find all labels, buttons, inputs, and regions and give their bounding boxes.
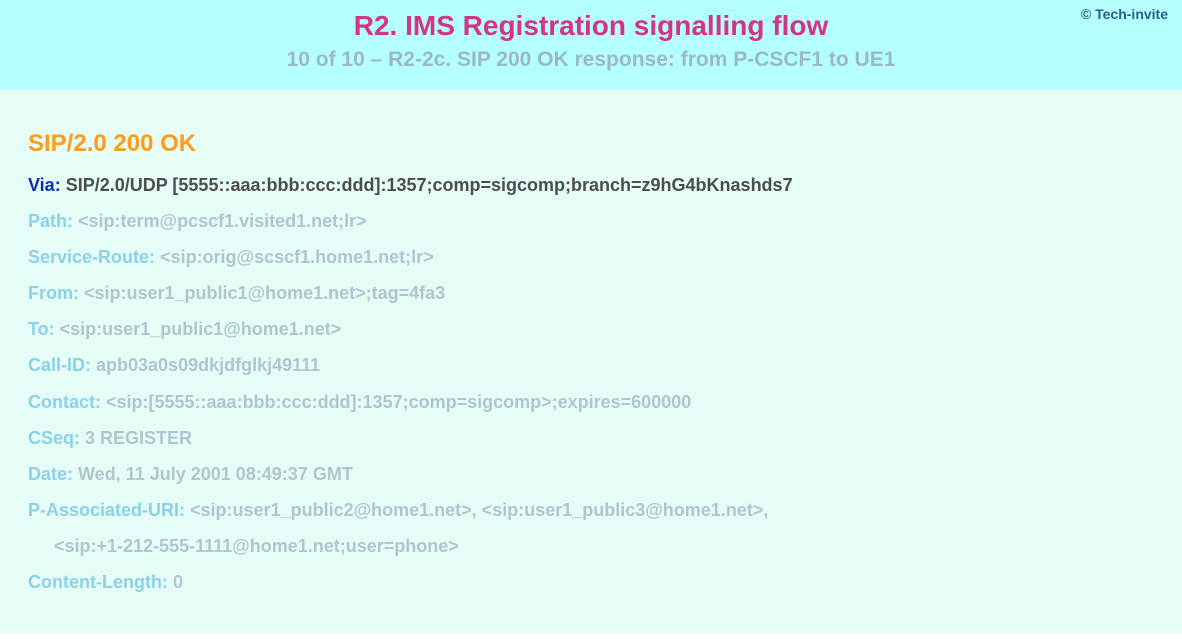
sip-header-colon: : [149,247,160,267]
sip-header-colon: : [162,572,173,592]
sip-header-colon: : [179,500,190,520]
sip-header-line: P-Associated-URI: <sip:user1_public2@hom… [28,497,1154,523]
sip-header-line: Path: <sip:term@pcscf1.visited1.net;lr> [28,208,1154,234]
sip-header-value: <sip:+1-212-555-1111@home1.net;user=phon… [54,536,459,556]
sip-header-value: Wed, 11 July 2001 08:49:37 GMT [78,464,353,484]
sip-header-value: <sip:term@pcscf1.visited1.net;lr> [78,211,367,231]
sip-header-value: apb03a0s09dkjdfglkj49111 [96,355,320,375]
sip-header-value: 3 REGISTER [85,428,192,448]
sip-header-line: From: <sip:user1_public1@home1.net>;tag=… [28,280,1154,306]
sip-header-colon: : [73,283,84,303]
sip-header-name: Date [28,464,67,484]
page-subtitle: 10 of 10 – R2-2c. SIP 200 OK response: f… [20,48,1162,72]
sip-header-colon: : [74,428,85,448]
sip-header-colon: : [67,211,78,231]
sip-header-value: 0 [173,572,183,592]
sip-header-value: <sip:[5555::aaa:bbb:ccc:ddd]:1357;comp=s… [106,392,691,412]
sip-header-name: CSeq [28,428,74,448]
sip-header-name: Path [28,211,67,231]
sip-header-line: Date: Wed, 11 July 2001 08:49:37 GMT [28,461,1154,487]
sip-header-name: Content-Length [28,572,162,592]
sip-header-line: Contact: <sip:[5555::aaa:bbb:ccc:ddd]:13… [28,389,1154,415]
sip-header-name: P-Associated-URI [28,500,179,520]
sip-message-panel: SIP/2.0 200 OK Via: SIP/2.0/UDP [5555::a… [0,90,1182,633]
sip-status-line: SIP/2.0 200 OK [28,130,1154,158]
sip-header-name: From [28,283,73,303]
sip-header-colon: : [55,175,66,195]
sip-header-name: Service-Route [28,247,149,267]
sip-header-name: Contact [28,392,95,412]
header-band: © Tech-invite R2. IMS Registration signa… [0,0,1182,90]
sip-header-line: Content-Length: 0 [28,569,1154,595]
sip-header-value: <sip:user1_public1@home1.net> [60,319,342,339]
sip-header-line: Via: SIP/2.0/UDP [5555::aaa:bbb:ccc:ddd]… [28,172,1154,198]
sip-header-name: Call-ID [28,355,85,375]
sip-header-line: CSeq: 3 REGISTER [28,425,1154,451]
sip-headers: Via: SIP/2.0/UDP [5555::aaa:bbb:ccc:ddd]… [28,172,1154,595]
sip-header-continuation: <sip:+1-212-555-1111@home1.net;user=phon… [28,533,1154,559]
sip-header-name: To [28,319,49,339]
sip-header-name: Via [28,175,55,195]
sip-header-colon: : [49,319,60,339]
sip-header-value: <sip:orig@scscf1.home1.net;lr> [160,247,434,267]
sip-header-value: <sip:user1_public2@home1.net>, <sip:user… [190,500,768,520]
sip-header-colon: : [85,355,96,375]
sip-header-value: <sip:user1_public1@home1.net>;tag=4fa3 [84,283,445,303]
sip-header-value: SIP/2.0/UDP [5555::aaa:bbb:ccc:ddd]:1357… [66,175,793,195]
page-title: R2. IMS Registration signalling flow [20,10,1162,42]
sip-header-line: Call-ID: apb03a0s09dkjdfglkj49111 [28,352,1154,378]
copyright-text: © Tech-invite [1081,6,1168,22]
sip-header-colon: : [67,464,78,484]
sip-header-line: To: <sip:user1_public1@home1.net> [28,316,1154,342]
sip-header-line: Service-Route: <sip:orig@scscf1.home1.ne… [28,244,1154,270]
sip-header-colon: : [95,392,106,412]
